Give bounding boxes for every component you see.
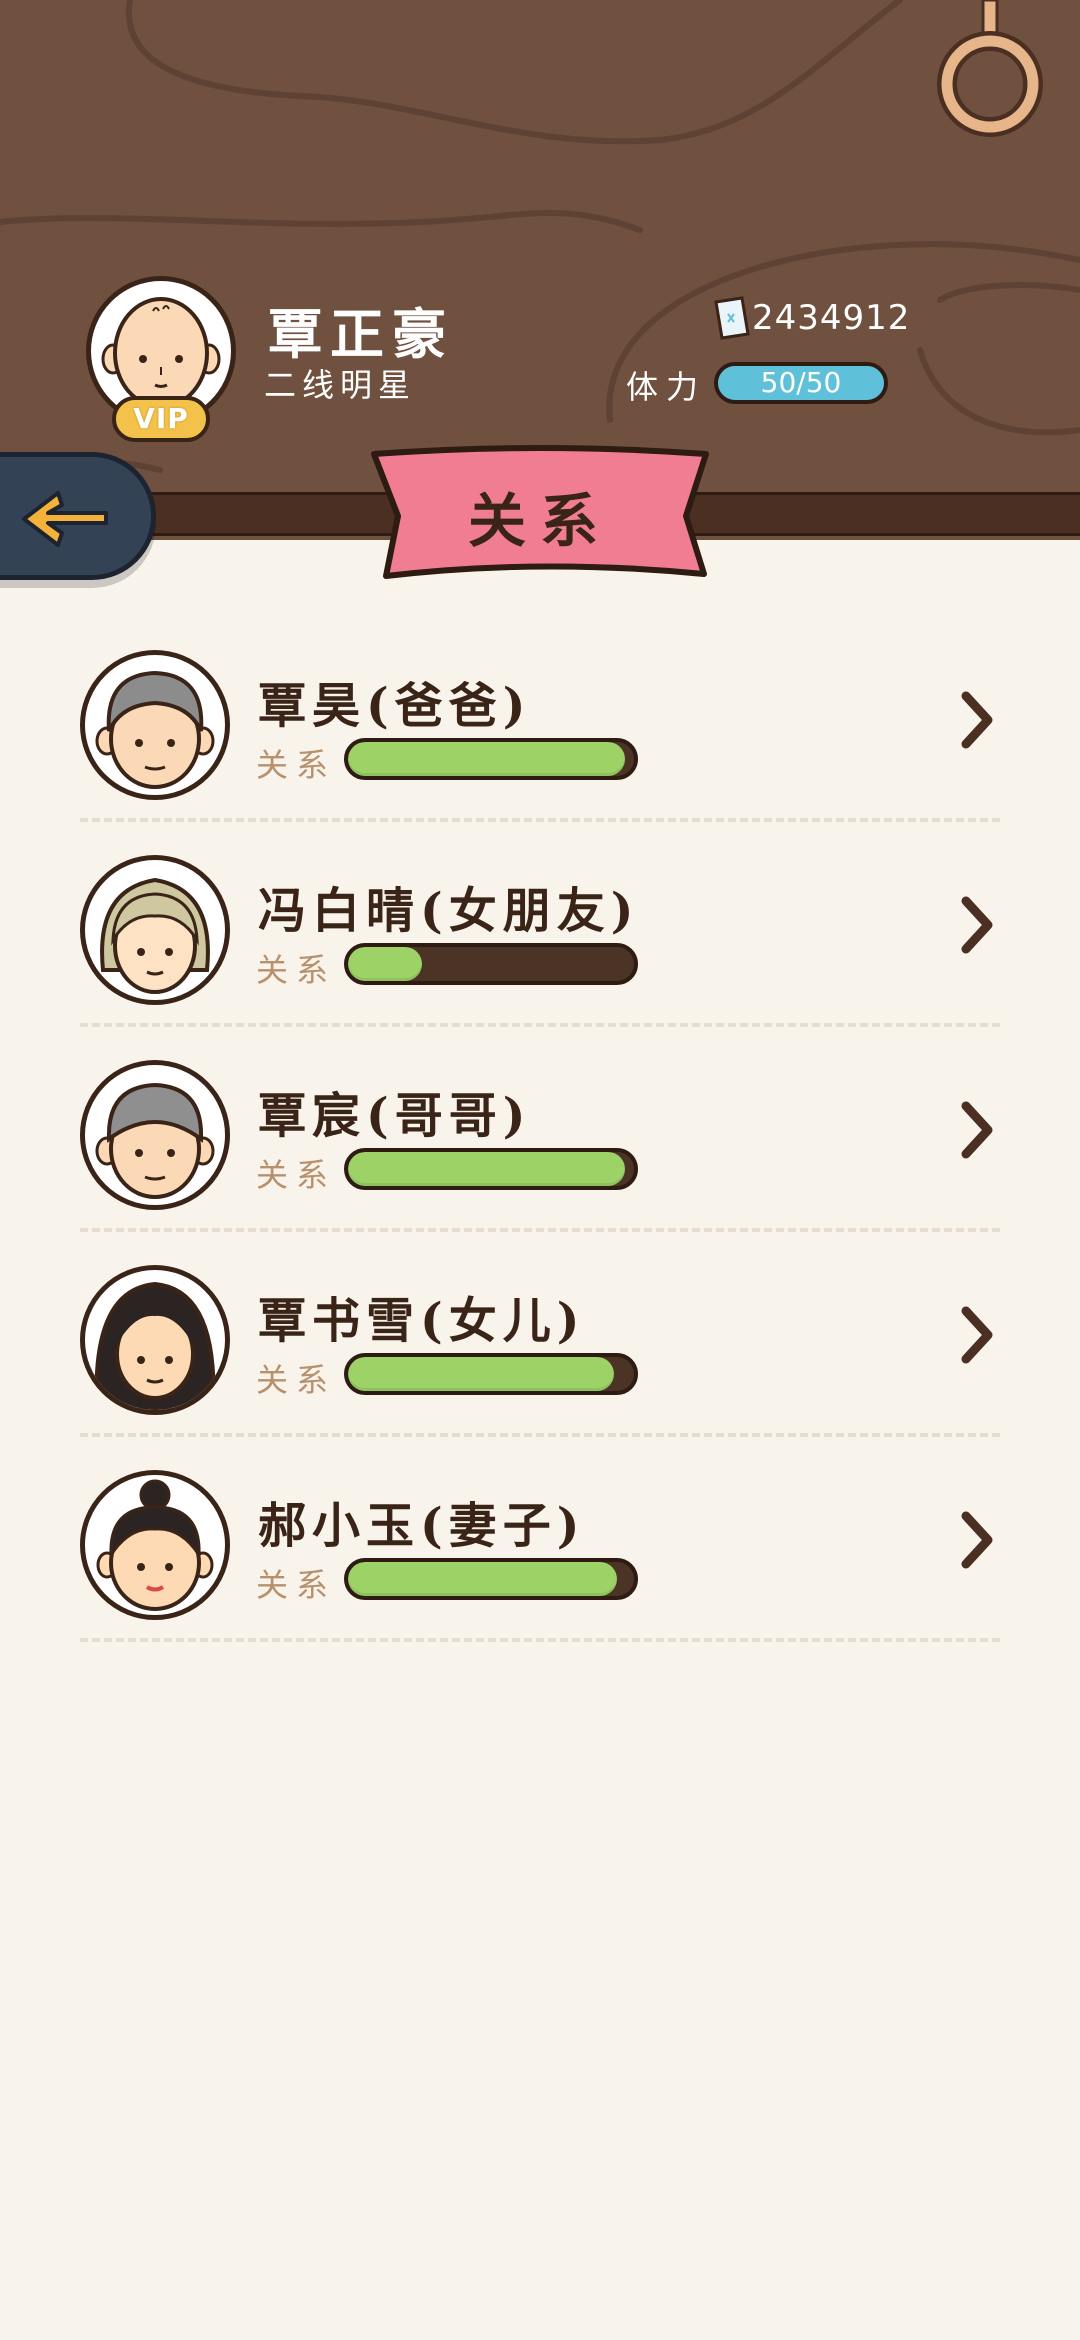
chevron-right-icon[interactable]	[960, 1510, 996, 1570]
relation-label: 关系	[256, 1566, 337, 1604]
relation-row-wife[interactable]: 郝小玉(妻子) 关系	[80, 1460, 1000, 1665]
relation-label: 关系	[256, 951, 337, 989]
relation-row-girlfriend[interactable]: 冯白晴(女朋友) 关系	[80, 845, 1000, 1050]
relation-level-bar	[344, 1148, 638, 1190]
relation-row-father[interactable]: 覃昊(爸爸) 关系	[80, 640, 1000, 845]
relation-name: 冯白晴(女朋友)	[258, 883, 640, 939]
relation-label: 关系	[256, 1156, 337, 1194]
relation-name: 覃书雪(女儿)	[258, 1293, 586, 1349]
relation-level-fill	[348, 1152, 626, 1186]
money-value: 2434912	[752, 298, 911, 338]
row-divider	[80, 1228, 1000, 1232]
back-button[interactable]	[0, 452, 156, 580]
bun-hair-woman-portrait	[96, 1479, 214, 1611]
relation-row-daughter[interactable]: 覃书雪(女儿) 关系	[80, 1255, 1000, 1460]
gray-hair-man-portrait	[95, 1082, 215, 1199]
vip-badge: VIP	[112, 396, 210, 442]
arrow-left-icon	[22, 491, 108, 547]
relation-level-bar	[344, 1558, 638, 1600]
daughter-avatar	[80, 1265, 230, 1415]
relation-level-bar	[344, 943, 638, 985]
relation-level-fill	[348, 742, 626, 776]
girlfriend-avatar	[80, 855, 230, 1005]
chevron-right-icon[interactable]	[960, 1305, 996, 1365]
page-title: 关系	[467, 487, 612, 555]
relation-level-fill	[348, 1357, 614, 1391]
ring-hanger-icon[interactable]	[935, 0, 1045, 140]
relation-label: 关系	[256, 1361, 337, 1399]
father-avatar	[80, 650, 230, 800]
relation-label: 关系	[256, 746, 337, 784]
blonde-woman-portrait	[100, 877, 210, 994]
gray-hair-man-portrait	[95, 670, 215, 789]
page-title-banner: 关系	[368, 440, 712, 582]
player-name: 覃正豪	[268, 302, 454, 366]
wife-avatar	[80, 1470, 230, 1620]
row-divider	[80, 1023, 1000, 1027]
relation-name: 覃宸(哥哥)	[258, 1088, 532, 1144]
player-title: 二线明星	[264, 366, 417, 404]
row-divider	[80, 1433, 1000, 1437]
relation-level-bar	[344, 1353, 638, 1395]
relation-name: 覃昊(爸爸)	[258, 678, 532, 734]
relation-level-bar	[344, 738, 638, 780]
relation-list: 覃昊(爸爸) 关系 冯白晴(女朋友) 关系 覃宸(哥哥) 关系 覃书雪(女儿) …	[80, 640, 1000, 1665]
chevron-right-icon[interactable]	[960, 895, 996, 955]
stamina-label: 体力	[626, 368, 707, 406]
black-hair-woman-portrait	[94, 1281, 216, 1410]
row-divider	[80, 1638, 1000, 1642]
relation-name: 郝小玉(妻子)	[258, 1498, 586, 1554]
brother-avatar	[80, 1060, 230, 1210]
chevron-right-icon[interactable]	[960, 690, 996, 750]
chevron-right-icon[interactable]	[960, 1100, 996, 1160]
stamina-bar: 50/50	[714, 362, 888, 404]
relation-level-fill	[348, 947, 423, 981]
relation-level-fill	[348, 1562, 617, 1596]
row-divider	[80, 818, 1000, 822]
relation-row-brother[interactable]: 覃宸(哥哥) 关系	[80, 1050, 1000, 1255]
banknote-icon	[714, 296, 750, 340]
